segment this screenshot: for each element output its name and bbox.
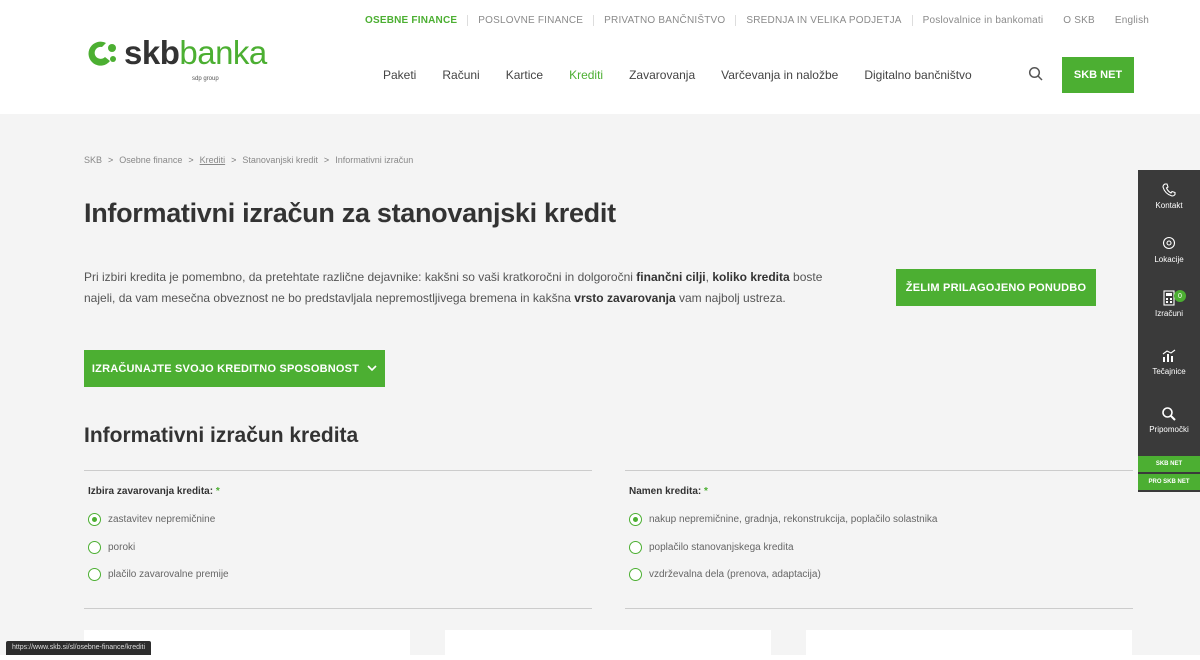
nav-kartice[interactable]: Kartice	[506, 68, 557, 82]
radio-icon	[629, 568, 642, 581]
side-lokacije[interactable]: Lokacije	[1138, 236, 1200, 264]
side-kontakt[interactable]: Kontakt	[1138, 182, 1200, 210]
nav-krediti[interactable]: Krediti	[569, 68, 617, 82]
breadcrumb-osebne-finance[interactable]: Osebne finance	[119, 155, 182, 165]
main-navigation: Paketi Računi Kartice Krediti Zavarovanj…	[383, 57, 998, 93]
side-toolbar: Kontakt Lokacije Izračuni 0 Tečajnice Pr…	[1138, 170, 1200, 492]
topnav-english[interactable]: English	[1105, 15, 1159, 26]
magnifier-tool-icon	[1162, 407, 1176, 421]
main-content: SKB > Osebne finance > Krediti > Stanovanjs…	[0, 114, 1200, 660]
page-title: Informativni izračun za stanovanjski kre…	[84, 198, 616, 228]
phone-icon	[1162, 183, 1176, 197]
radio-vzdrzevalna[interactable]: vzdrževalna dela (prenova, adaptacija)	[629, 568, 821, 581]
radio-nakup[interactable]: nakup nepremičnine, gradnja, rekonstrukc…	[629, 513, 938, 526]
topnav-poslovne-finance[interactable]: POSLOVNE FINANCE	[467, 15, 593, 26]
topnav-privatno-bancnistvo[interactable]: PRIVATNO BANČNIŠTVO	[593, 15, 735, 26]
side-pro-skb-net-button[interactable]: PRO SKB NET	[1138, 474, 1200, 490]
side-izracuni[interactable]: Izračuni 0	[1138, 290, 1200, 318]
skb-net-button[interactable]: SKB NET	[1062, 57, 1134, 93]
skb-logo-mark-icon	[84, 35, 120, 71]
search-icon[interactable]	[1028, 66, 1044, 82]
nav-zavarovanja[interactable]: Zavarovanja	[629, 68, 709, 82]
breadcrumb-krediti[interactable]: Krediti	[200, 155, 226, 165]
side-tecajnice[interactable]: Tečajnice	[1138, 348, 1200, 376]
skb-logo[interactable]: skbbanka sdp group	[84, 34, 267, 82]
breadcrumb-stanovanjski-kredit[interactable]: Stanovanjski kredit	[242, 155, 318, 165]
browser-status-url: https://www.skb.si/sl/osebne-finance/kre…	[6, 641, 152, 655]
radio-selected-icon	[629, 513, 642, 526]
radio-icon	[629, 541, 642, 554]
radio-icon	[88, 568, 101, 581]
intro-text: Pri izbiri kredita je pomembno, da prete…	[84, 270, 823, 305]
radio-poroki[interactable]: poroki	[88, 541, 135, 554]
top-navigation: OSEBNE FINANCE POSLOVNE FINANCE PRIVATNO…	[355, 15, 1159, 26]
breadcrumb-skb[interactable]: SKB	[84, 155, 102, 165]
request-offer-button[interactable]: ŽELIM PRILAGOJENO PONUDBO	[896, 269, 1096, 306]
nav-digitalno-bancnistvo[interactable]: Digitalno bančništvo	[864, 68, 985, 82]
result-card	[445, 630, 771, 660]
nav-varcevanja[interactable]: Varčevanja in naložbe	[721, 68, 852, 82]
location-pin-icon	[1162, 236, 1176, 250]
radio-poplacilo[interactable]: poplačilo stanovanjskega kredita	[629, 541, 794, 554]
exchange-chart-icon	[1162, 349, 1176, 362]
radio-selected-icon	[88, 513, 101, 526]
breadcrumb: SKB > Osebne finance > Krediti > Stanovanjs…	[84, 155, 414, 165]
topnav-srednja-podjetja[interactable]: SREDNJA IN VELIKA PODJETJA	[735, 15, 911, 26]
calculate-credit-capacity-button[interactable]: IZRAČUNAJTE SVOJO KREDITNO SPOSOBNOST	[84, 350, 385, 387]
radio-premija[interactable]: plačilo zavarovalne premije	[88, 568, 229, 581]
calculations-count-badge: 0	[1174, 290, 1186, 302]
insurance-label: Izbira zavarovanja kredita: *	[88, 486, 220, 497]
chevron-down-icon	[367, 365, 377, 372]
radio-icon	[88, 541, 101, 554]
loan-purpose-group: Namen kredita: * nakup nepremičnine, gra…	[625, 470, 1133, 609]
purpose-label: Namen kredita: *	[629, 486, 708, 497]
insurance-choice-group: Izbira zavarovanja kredita: * zastavitev…	[84, 470, 592, 609]
site-header: OSEBNE FINANCE POSLOVNE FINANCE PRIVATNO…	[0, 0, 1200, 114]
section-title: Informativni izračun kredita	[84, 424, 359, 447]
nav-racuni[interactable]: Računi	[442, 68, 493, 82]
side-pripomocki[interactable]: Pripomočki	[1138, 406, 1200, 434]
topnav-osebne-finance[interactable]: OSEBNE FINANCE	[355, 15, 467, 26]
logo-wordmark: skbbanka	[124, 34, 267, 71]
topnav-o-skb[interactable]: O SKB	[1053, 15, 1105, 26]
topnav-poslovalnice[interactable]: Poslovalnice in bankomati	[911, 15, 1054, 26]
result-card	[806, 630, 1132, 660]
calculate-button-label: IZRAČUNAJTE SVOJO KREDITNO SPOSOBNOST	[91, 362, 360, 375]
nav-paketi[interactable]: Paketi	[383, 68, 430, 82]
side-skb-net-button[interactable]: SKB NET	[1138, 456, 1200, 472]
breadcrumb-current: Informativni izračun	[335, 155, 414, 165]
logo-subtitle: sdp group	[192, 76, 219, 82]
radio-zastavitev[interactable]: zastavitev nepremičnine	[88, 513, 215, 526]
